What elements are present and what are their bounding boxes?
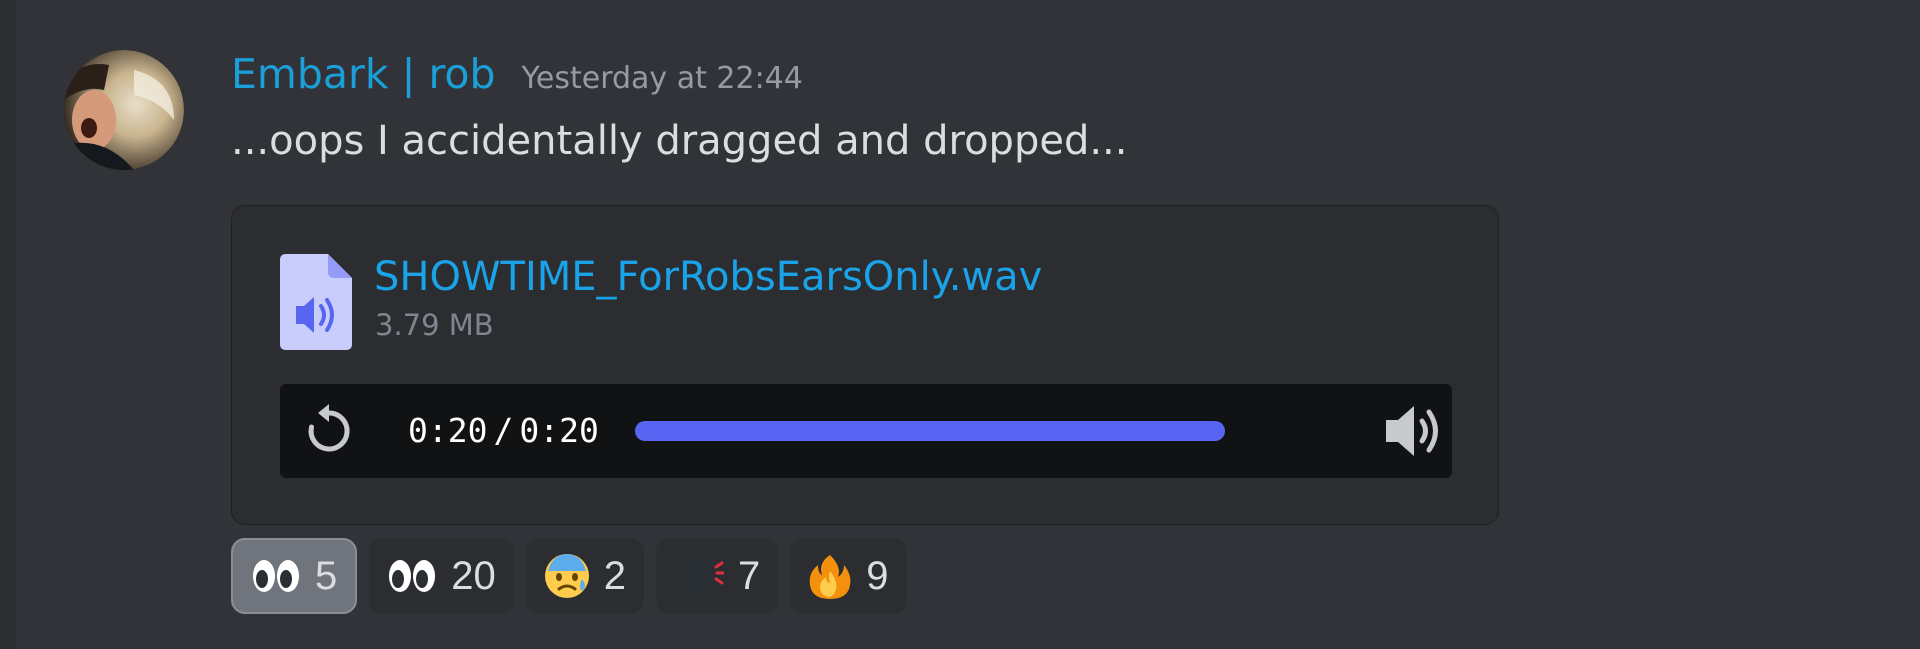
- eyes-emoji-icon: [389, 560, 436, 592]
- progress-bar[interactable]: [635, 421, 1225, 441]
- reaction-count: 5: [315, 553, 338, 598]
- reaction-eyes-active[interactable]: 5: [231, 538, 358, 614]
- message-header: Embark | rob Yesterday at 22:44: [231, 50, 803, 98]
- timestamp[interactable]: Yesterday at 22:44: [522, 61, 803, 96]
- chat-message: Embark | rob Yesterday at 22:44 ...oops …: [0, 0, 1920, 649]
- file-size: 3.79 MB: [375, 308, 494, 342]
- volume-icon[interactable]: [1380, 398, 1448, 464]
- eyes-emoji-icon: [253, 560, 299, 592]
- reaction-count: 7: [738, 553, 761, 598]
- replay-icon[interactable]: [298, 400, 360, 462]
- file-attachment: SHOWTIME_ForRobsEarsOnly.wav 3.79 MB 0:2…: [231, 205, 1499, 525]
- time-separator: /: [493, 411, 514, 450]
- chat-view: Embark | rob Yesterday at 22:44 ...oops …: [0, 0, 1920, 649]
- username[interactable]: Embark | rob: [231, 50, 496, 98]
- user-avatar: [64, 50, 184, 170]
- anxious-face-emoji-icon: [544, 554, 589, 598]
- audio-file-icon: [280, 254, 352, 350]
- file-name-link[interactable]: SHOWTIME_ForRobsEarsOnly.wav: [374, 254, 1042, 300]
- reaction-anxious-face[interactable]: 2: [525, 538, 644, 614]
- duration: 0:20: [519, 411, 599, 450]
- reaction-count: 2: [603, 553, 626, 598]
- reaction-speaking-head[interactable]: 7: [656, 538, 779, 614]
- reaction-fire[interactable]: 9: [790, 538, 907, 614]
- progress-fill: [635, 421, 1225, 441]
- reaction-count: 20: [451, 553, 496, 598]
- message-content: ...oops I accidentally dragged and dropp…: [231, 118, 1128, 164]
- playback-time: 0:20/0:20: [408, 411, 599, 450]
- audio-player: 0:20/0:20: [280, 384, 1452, 478]
- reaction-count: 9: [866, 553, 889, 598]
- reactions-bar: 5 20 2 7 9: [231, 538, 919, 614]
- current-time: 0:20: [408, 411, 488, 450]
- fire-emoji-icon: [809, 555, 851, 599]
- avatar[interactable]: [64, 50, 184, 170]
- speaking-head-emoji-icon: [678, 555, 724, 599]
- reaction-eyes[interactable]: 20: [369, 538, 514, 614]
